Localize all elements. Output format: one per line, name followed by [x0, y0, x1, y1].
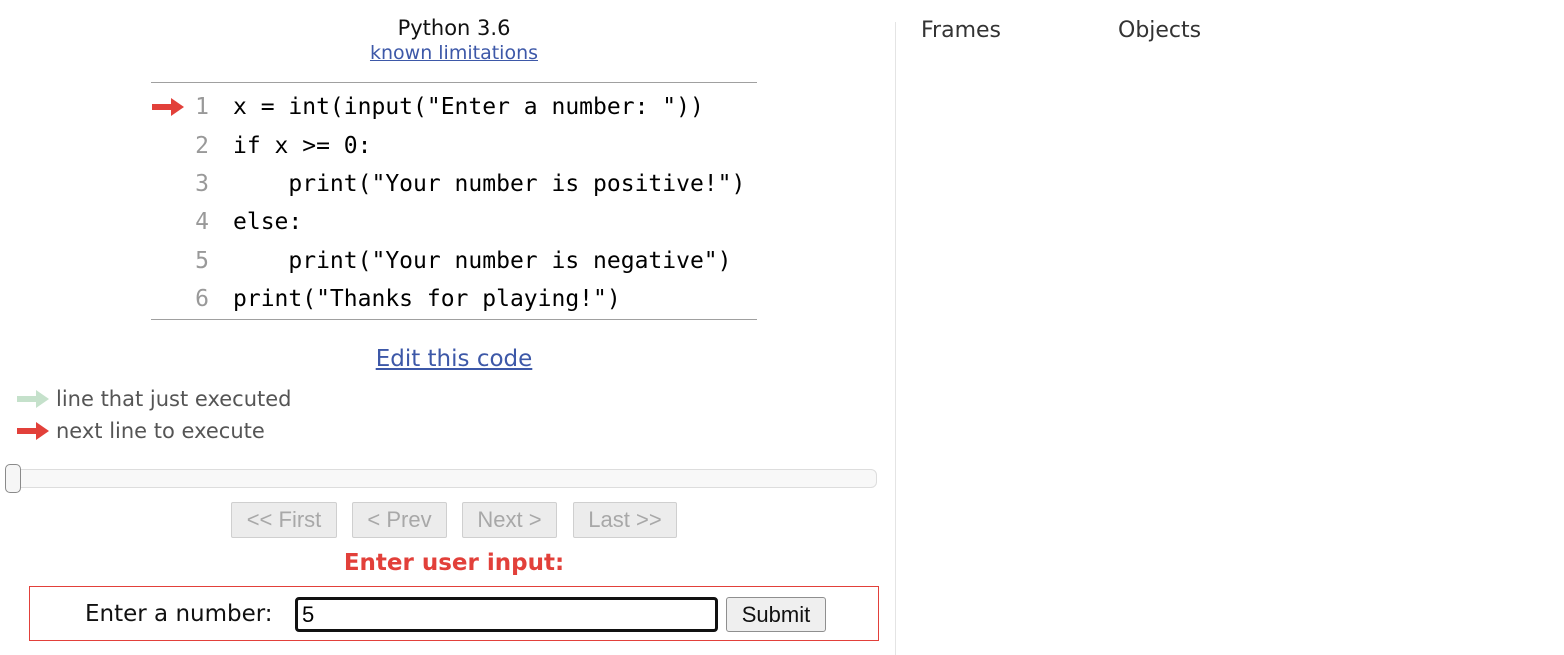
- user-input-field[interactable]: [295, 597, 718, 632]
- next-button[interactable]: Next >: [462, 502, 557, 538]
- python-tutor-app: Python 3.6 known limitations 1 x = int(i…: [0, 0, 1564, 655]
- line-code: else:: [233, 209, 303, 235]
- next-line-arrow-icon: [152, 98, 184, 116]
- frames-header: Frames: [921, 18, 1002, 43]
- first-button[interactable]: << First: [231, 502, 337, 538]
- language-title: Python 3.6: [397, 16, 511, 40]
- line-number: 6: [195, 286, 209, 312]
- input-prompt-label: Enter a number:: [85, 601, 273, 627]
- line-code: if x >= 0:: [233, 133, 372, 159]
- line-number: 4: [195, 209, 209, 235]
- code-line-1: 1 x = int(input("Enter a number: ")): [151, 88, 757, 126]
- legend-executed-label: line that just executed: [56, 387, 292, 411]
- line-code: print("Your number is positive!"): [233, 171, 746, 197]
- code-line-2: 2 if x >= 0:: [151, 127, 757, 165]
- visualization-panel: Frames Objects: [896, 0, 1564, 655]
- code-line-5: 5 print("Your number is negative"): [151, 242, 757, 280]
- code-panel: Python 3.6 known limitations 1 x = int(i…: [0, 0, 895, 655]
- language-header: Python 3.6 known limitations: [151, 14, 757, 64]
- line-number: 5: [195, 248, 209, 274]
- line-code: print("Thanks for playing!"): [233, 286, 621, 312]
- prev-button[interactable]: < Prev: [352, 502, 447, 538]
- line-number: 3: [195, 171, 209, 197]
- user-input-heading: Enter user input:: [343, 550, 565, 576]
- code-listing: 1 x = int(input("Enter a number: ")) 2 i…: [151, 82, 757, 320]
- edit-code-link[interactable]: Edit this code: [376, 346, 533, 372]
- edit-code-container: Edit this code: [151, 344, 757, 374]
- legend-next-label: next line to execute: [56, 419, 265, 443]
- code-line-3: 3 print("Your number is positive!"): [151, 165, 757, 203]
- line-number: 2: [195, 133, 209, 159]
- executed-arrow-icon: [17, 390, 49, 408]
- submit-button[interactable]: Submit: [726, 597, 826, 632]
- known-limitations-link[interactable]: known limitations: [370, 42, 538, 64]
- user-input-box: Enter a number: Submit: [29, 586, 879, 641]
- line-code: x = int(input("Enter a number: ")): [233, 94, 704, 120]
- code-line-6: 6 print("Thanks for playing!"): [151, 280, 757, 318]
- code-line-4: 4 else:: [151, 203, 757, 241]
- line-code: print("Your number is negative"): [233, 248, 732, 274]
- legend-executed: line that just executed: [16, 386, 416, 412]
- legend-next: next line to execute: [16, 418, 416, 444]
- next-arrow-icon: [17, 422, 49, 440]
- execution-slider-track[interactable]: [6, 469, 877, 488]
- objects-header: Objects: [1118, 18, 1202, 43]
- line-number: 1: [195, 94, 209, 120]
- execution-slider-handle[interactable]: [5, 464, 21, 493]
- last-button[interactable]: Last >>: [573, 502, 677, 538]
